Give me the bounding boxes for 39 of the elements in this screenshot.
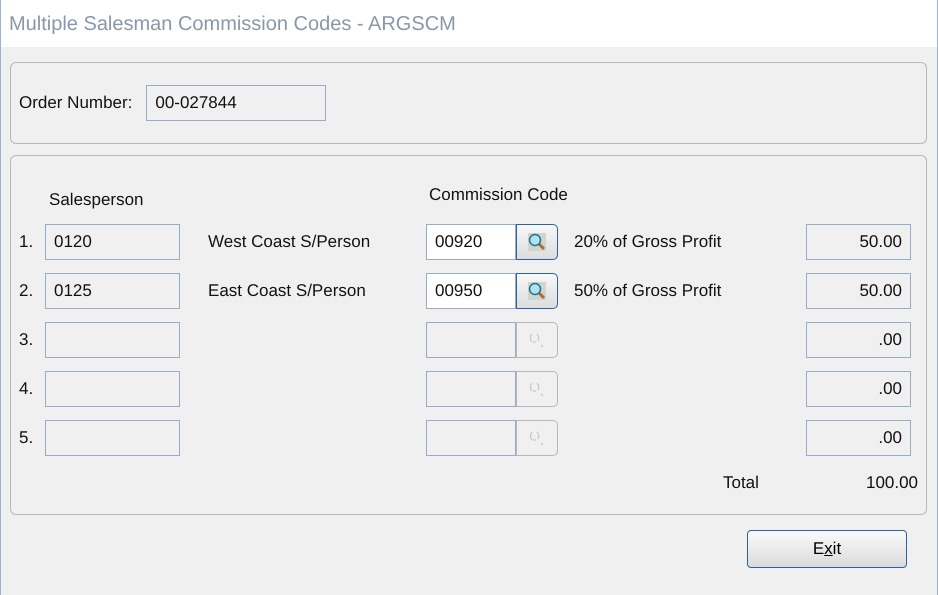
salesperson-field[interactable] [45,322,180,358]
code-description: 50% of Gross Profit [574,280,722,302]
lookup-button[interactable] [516,224,558,260]
salesperson-field[interactable] [45,420,180,456]
salesperson-field[interactable]: 0125 [45,273,180,309]
row-number: 1. [19,231,34,254]
magnifier-icon [527,232,547,252]
commission-code-field[interactable]: 00920 [426,224,516,260]
commission-code-field[interactable]: 00950 [426,273,516,309]
lookup-button[interactable] [516,273,558,309]
code-description: 20% of Gross Profit [574,231,722,254]
magnifier-icon [528,380,546,398]
salesperson-field[interactable] [45,371,180,407]
column-header: Commission Code [429,184,569,206]
row-number: 5. [19,427,34,450]
magnifier-icon [528,429,546,447]
commission-code-field[interactable] [426,420,516,456]
amount-field[interactable]: .00 [806,420,911,456]
magnifier-icon [527,281,547,301]
salesperson-name: West Coast S/Person [208,231,372,254]
row-number: 4. [19,378,34,400]
magnifier-icon [528,331,546,349]
window-title: Multiple Salesman Commission Codes - ARGSCM [9,12,456,36]
order-number-field[interactable]: 00-027844 [146,85,326,121]
amount-field[interactable]: 50.00 [806,273,911,309]
commission-code-field[interactable] [426,322,516,358]
column-header: Salesperson [49,188,145,210]
amount-field[interactable]: .00 [806,371,911,407]
amount-field[interactable]: 50.00 [806,224,911,260]
salesperson-name: East Coast S/Person [208,280,367,302]
row-number: 3. [19,329,34,352]
total-value: 100.00 [865,472,919,494]
amount-field[interactable]: .00 [806,322,911,358]
order-number-label: Order Number: [19,92,132,114]
exit-button[interactable]: Exit [747,530,907,568]
total-label: Total [723,472,760,494]
salesperson-field[interactable]: 0120 [45,224,180,260]
row-number: 2. [19,280,34,302]
commission-code-field[interactable] [426,371,516,407]
